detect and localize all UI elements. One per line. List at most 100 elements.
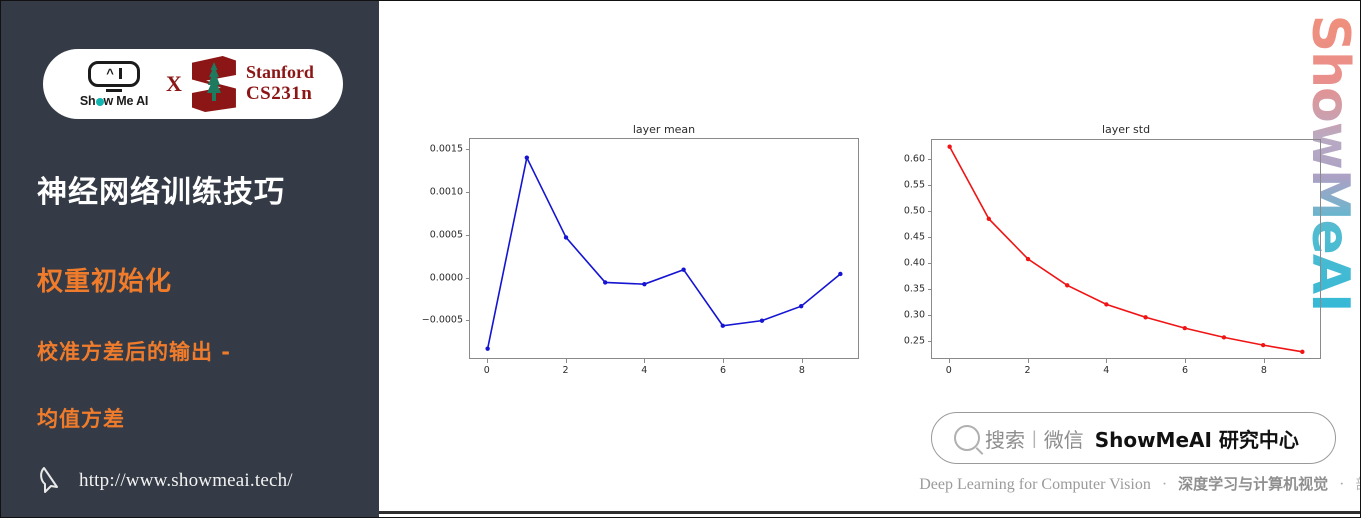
chart-plot-layer-std [931,139,1321,359]
y-tick-label: 0.25 [903,335,925,347]
footer-caption: Deep Learning for Computer Vision · 深度学习… [757,473,1360,494]
x-tick-mark [486,359,488,363]
data-point [563,235,569,240]
x-tick-label: 8 [1260,365,1267,376]
x-tick-label: 6 [1182,365,1189,376]
x-tick-mark [644,359,646,363]
subtitle-line-3: 均值方差 [37,407,125,431]
x-tick-mark [1185,359,1187,363]
robot-neck-icon [106,88,123,92]
y-tick-label: 0.35 [903,283,925,295]
layer-mean-line-svg [485,139,843,351]
data-point [1221,335,1227,340]
chart-title-layer-std: layer std [1101,123,1151,136]
data-point [986,216,992,222]
footer-dot-1: · [1161,476,1168,493]
data-point [1300,349,1305,354]
caret-glyph: ^ [106,66,114,81]
footer-dot-2: · [1339,476,1345,493]
y-tick-label: 0.0000 [429,272,463,284]
x-tick-mark [565,359,567,363]
data-point [603,280,608,285]
data-point [1025,256,1031,262]
search-channel: 微信 [1043,427,1084,452]
y-tick-label: 0.55 [903,179,925,191]
x-tick-label: 2 [1024,365,1031,376]
chart-plot-layer-mean [469,138,859,359]
y-tick-label: 0.30 [903,309,925,321]
logo-badge: ^ Sh w Me AI X Stanford CS231n [43,49,343,119]
y-tick-mark [927,184,931,186]
x-tick-label: 4 [1103,365,1110,376]
y-tick-mark [927,288,931,290]
x-tick-mark [801,359,803,363]
x-tick-label: 6 [720,365,727,376]
data-point [524,155,530,160]
x-tick-mark [1263,359,1265,363]
data-point [485,346,490,351]
y-tick-mark [465,191,469,193]
y-tick-label: 0.0015 [429,143,463,155]
data-point [838,271,843,277]
footer-chinese-bold: 深度学习与计算机视觉 [1178,475,1329,493]
x-tick-label: 8 [798,365,805,376]
y-tick-mark [927,340,931,342]
footer-divider [379,511,1360,514]
showmeai-wordmark: Sh w Me AI [79,93,149,108]
chart-title-layer-mean: layer mean [632,123,696,136]
subtitle-line-1: 权重初始化 [37,267,173,297]
y-tick-label: 0.45 [903,231,925,243]
y-tick-mark [927,210,931,212]
x-tick-mark [723,359,725,363]
y-tick-label: 0.40 [903,257,925,269]
y-tick-label: 0.0010 [429,186,463,198]
website-url: http://www.showmeai.tech/ [79,470,293,491]
subtitle-line-2: 校准方差后的输出 - [37,340,232,364]
search-icon [954,425,980,451]
y-tick-mark [465,277,469,279]
cursor-icon [40,467,58,493]
search-separator: | [1032,427,1037,448]
robot-face-icon: ^ [88,60,141,87]
x-tick-mark [1106,359,1108,363]
globe-icon [95,97,104,106]
x-separator: X [166,71,182,96]
website-url-row[interactable]: http://www.showmeai.tech/ [37,465,293,497]
x-tick-mark [948,359,950,363]
x-tick-label: 4 [641,365,648,376]
x-tick-mark [1027,359,1029,363]
y-tick-label: 0.50 [903,205,925,217]
content-area: ShowMeAI layer mean 0.0015 0.0010 0.0005 0.… [379,1,1360,517]
data-point [1260,342,1266,348]
slide-root: ^ Sh w Me AI X Stanford CS231n 神经网络训练技巧 … [0,0,1361,518]
layer-std-line-svg [947,144,1305,354]
data-point [759,318,765,323]
stanford-tree-icon [206,62,221,101]
series-line [950,147,1303,352]
footer-english: Deep Learning for Computer Vision [919,476,1151,493]
x-tick-label: 0 [483,365,490,376]
stanford-s-icon [191,56,236,112]
search-placeholder: 搜索 [985,427,1025,452]
data-point [798,304,804,309]
bar-glyph [118,68,122,79]
data-point [681,267,686,272]
data-point [1182,325,1187,331]
stanford-line1: Stanford [245,62,314,83]
data-point [642,281,647,287]
y-tick-mark [465,320,469,322]
sidebar: ^ Sh w Me AI X Stanford CS231n 神经网络训练技巧 … [1,1,379,517]
series-line [488,158,841,349]
search-brand: ShowMeAI 研究中心 [1094,427,1299,452]
x-tick-label: 2 [562,365,569,376]
x-tick-label: 0 [945,365,952,376]
footer-chinese-note: 部分图片来源干斯坦福CS231n课件 [1355,477,1360,493]
data-point [1065,283,1070,288]
wechat-search-bar[interactable]: 搜索 | 微信 ShowMeAI 研究中心 [931,412,1336,464]
y-tick-label: −0.0005 [421,314,463,326]
y-tick-mark [465,149,469,151]
y-tick-label: 0.0005 [429,229,463,241]
showmeai-logo: ^ Sh w Me AI [72,60,156,108]
stanford-cs231n-label: Stanford CS231n [246,62,314,106]
page-title: 神经网络训练技巧 [37,175,285,210]
